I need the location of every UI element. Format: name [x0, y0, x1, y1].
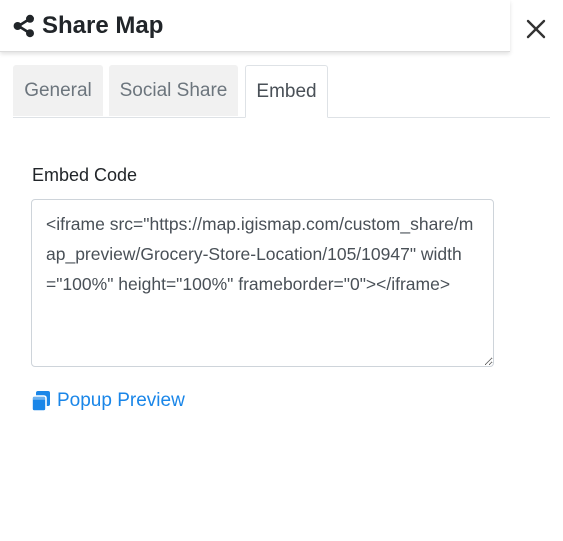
close-icon[interactable] [525, 18, 547, 43]
embed-code-textarea[interactable]: <iframe src="https://map.igismap.com/cus… [31, 199, 494, 367]
close-button[interactable] [520, 14, 552, 46]
tab-general[interactable]: General [13, 65, 103, 116]
modal-header: Share Map [0, 0, 510, 52]
tab-embed[interactable]: Embed [245, 65, 328, 118]
tab-social-share[interactable]: Social Share [109, 65, 238, 116]
popup-preview-label[interactable]: Popup Preview [57, 390, 185, 412]
modal-title: Share Map [42, 12, 164, 39]
window-restore-icon[interactable] [31, 390, 51, 412]
embed-code-label: Embed Code [32, 165, 138, 185]
tab-bar: General Social Share Embed [13, 65, 550, 118]
title-wrap: Share Map [12, 10, 163, 42]
share-icon [12, 14, 36, 38]
share-map-modal: Share Map General Social Share Embed Emb… [0, 0, 563, 541]
popup-preview-link[interactable]: Popup Preview [31, 390, 185, 412]
